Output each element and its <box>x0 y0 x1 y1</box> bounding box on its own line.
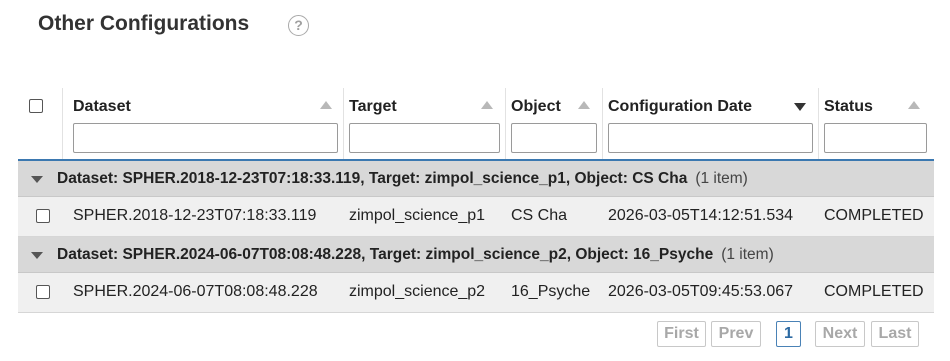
dataset-cell: SPHER.2024-06-07T08:08:48.228 <box>73 283 318 300</box>
group-item-count: (1 item) <box>695 170 748 187</box>
column-label: Object <box>511 98 561 115</box>
configurations-grid: Dataset Target Object Configuration Date… <box>18 88 934 313</box>
object-filter-input[interactable] <box>511 123 597 153</box>
column-divider <box>62 88 63 159</box>
group-item-count: (1 item) <box>721 246 774 263</box>
column-label: Dataset <box>73 98 131 115</box>
column-divider <box>343 88 344 159</box>
column-header-dataset[interactable]: Dataset <box>73 88 339 159</box>
configuration-date-filter-input[interactable] <box>608 123 813 153</box>
table-row[interactable]: SPHER.2024-06-07T08:08:48.228 zimpol_sci… <box>18 273 934 313</box>
prev-page-button[interactable]: Prev <box>711 321 761 347</box>
dataset-cell: SPHER.2018-12-23T07:18:33.119 <box>73 207 317 224</box>
group-label: Dataset: SPHER.2024-06-07T08:08:48.228, … <box>57 246 774 264</box>
page-1-button[interactable]: 1 <box>776 321 801 347</box>
column-header-target[interactable]: Target <box>349 88 501 159</box>
page-title: Other Configurations <box>38 12 250 35</box>
status-cell: COMPLETED <box>824 207 924 224</box>
column-divider <box>818 88 819 159</box>
last-page-button[interactable]: Last <box>871 321 919 347</box>
select-all-checkbox[interactable] <box>29 99 43 113</box>
group-header-row[interactable]: Dataset: SPHER.2018-12-23T07:18:33.119, … <box>18 161 934 197</box>
target-filter-input[interactable] <box>349 123 500 153</box>
configuration-date-cell: 2026-03-05T09:45:53.067 <box>608 283 794 300</box>
collapse-triangle-icon[interactable] <box>31 252 43 259</box>
group-header-row[interactable]: Dataset: SPHER.2024-06-07T08:08:48.228, … <box>18 237 934 273</box>
sort-descending-icon[interactable] <box>794 103 806 111</box>
object-cell: 16_Psyche <box>511 283 591 300</box>
column-divider <box>602 88 603 159</box>
object-cell: CS Cha <box>511 207 568 224</box>
target-cell: zimpol_science_p1 <box>349 207 486 224</box>
sort-ascending-icon[interactable] <box>481 101 493 109</box>
help-icon[interactable]: ? <box>288 15 309 36</box>
configuration-date-cell: 2026-03-05T14:12:51.534 <box>608 207 794 224</box>
row-checkbox[interactable] <box>36 285 50 299</box>
column-header-status[interactable]: Status <box>824 88 928 159</box>
column-header-configuration-date[interactable]: Configuration Date <box>608 88 814 159</box>
status-cell: COMPLETED <box>824 283 924 300</box>
status-filter-input[interactable] <box>824 123 927 153</box>
row-checkbox[interactable] <box>36 209 50 223</box>
column-divider <box>505 88 506 159</box>
sort-ascending-icon[interactable] <box>908 101 920 109</box>
group-label: Dataset: SPHER.2018-12-23T07:18:33.119, … <box>57 170 748 188</box>
first-page-button[interactable]: First <box>657 321 706 347</box>
column-header-object[interactable]: Object <box>511 88 598 159</box>
table-row[interactable]: SPHER.2018-12-23T07:18:33.119 zimpol_sci… <box>18 197 934 237</box>
collapse-triangle-icon[interactable] <box>31 176 43 183</box>
column-label: Configuration Date <box>608 98 752 115</box>
next-page-button[interactable]: Next <box>815 321 865 347</box>
sort-ascending-icon[interactable] <box>320 101 332 109</box>
group-title: Dataset: SPHER.2024-06-07T08:08:48.228, … <box>57 246 714 263</box>
grid-header: Dataset Target Object Configuration Date… <box>18 88 934 161</box>
column-label: Target <box>349 98 397 115</box>
target-cell: zimpol_science_p2 <box>349 283 486 300</box>
group-title: Dataset: SPHER.2018-12-23T07:18:33.119, … <box>57 170 688 187</box>
dataset-filter-input[interactable] <box>73 123 338 153</box>
column-label: Status <box>824 98 873 115</box>
sort-ascending-icon[interactable] <box>578 101 590 109</box>
